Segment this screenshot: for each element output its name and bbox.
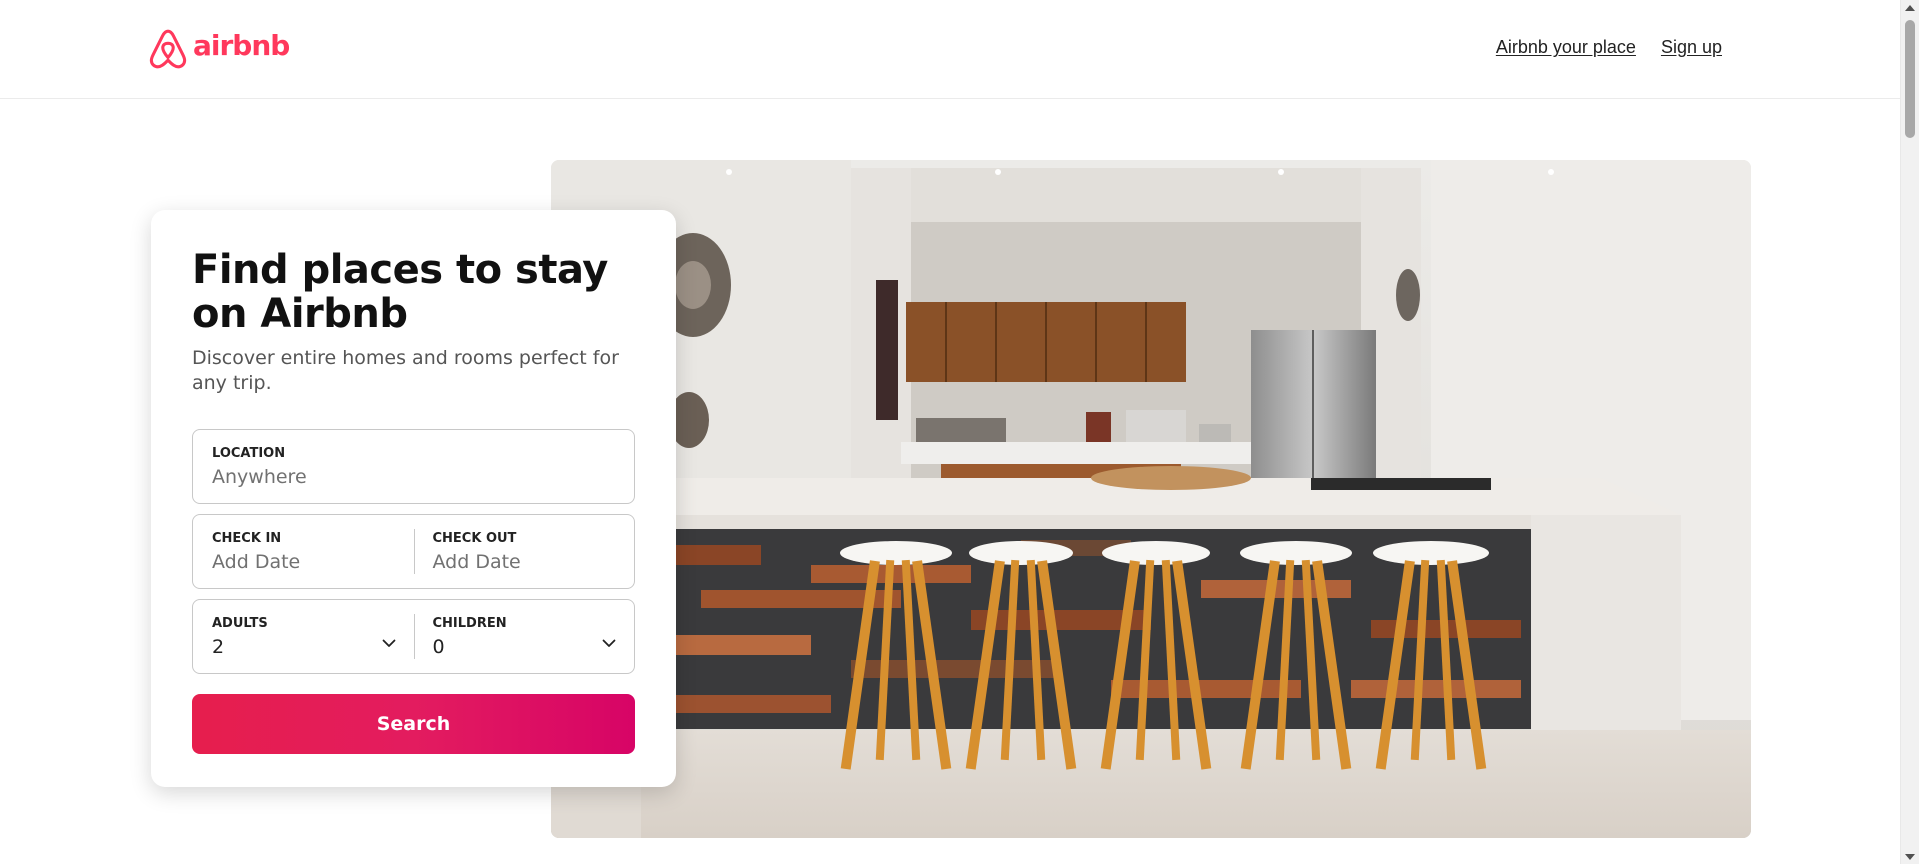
dates-field-box: CHECK IN Add Date CHECK OUT Add Date bbox=[192, 514, 635, 589]
check-out-label: CHECK OUT bbox=[432, 531, 517, 546]
location-label: LOCATION bbox=[212, 446, 286, 461]
logo-wordmark: airbnb bbox=[193, 29, 290, 62]
scroll-down-arrow-icon[interactable] bbox=[1905, 854, 1915, 860]
check-in-field[interactable]: CHECK IN Add Date bbox=[193, 515, 414, 588]
adults-select[interactable]: ADULTS 2 bbox=[193, 600, 414, 673]
check-out-input[interactable]: Add Date bbox=[433, 549, 616, 575]
adults-label: ADULTS bbox=[212, 616, 268, 631]
scroll-up-arrow-icon[interactable] bbox=[1905, 5, 1915, 11]
location-field-box: LOCATION Anywhere bbox=[192, 429, 635, 504]
location-input[interactable]: Anywhere bbox=[212, 464, 615, 490]
children-label: CHILDREN bbox=[432, 616, 507, 631]
site-header: airbnb Airbnb your place Sign up bbox=[0, 0, 1900, 99]
airbnb-your-place-link[interactable]: Airbnb your place bbox=[1496, 37, 1636, 58]
location-field[interactable]: LOCATION Anywhere bbox=[193, 430, 634, 503]
search-card-subtitle: Discover entire homes and rooms perfect … bbox=[192, 347, 619, 394]
check-in-input[interactable]: Add Date bbox=[212, 549, 395, 575]
page-scrollbar[interactable] bbox=[1900, 0, 1919, 864]
airbnb-belo-icon bbox=[149, 29, 187, 69]
kitchen-photo bbox=[551, 160, 1751, 838]
search-card-title: Find places to stay on Airbnb bbox=[192, 247, 608, 337]
adults-value: 2 bbox=[212, 636, 225, 658]
header-nav: Airbnb your place Sign up bbox=[1496, 37, 1722, 58]
children-value: 0 bbox=[432, 636, 445, 658]
airbnb-logo[interactable]: airbnb bbox=[149, 28, 290, 70]
search-card: Find places to stay on Airbnb Discover e… bbox=[151, 210, 676, 787]
scrollbar-thumb[interactable] bbox=[1905, 20, 1915, 138]
check-out-field[interactable]: CHECK OUT Add Date bbox=[413, 515, 635, 588]
sign-up-link[interactable]: Sign up bbox=[1661, 37, 1722, 58]
search-button[interactable]: Search bbox=[192, 694, 635, 754]
check-in-label: CHECK IN bbox=[212, 531, 282, 546]
hero-image bbox=[551, 160, 1751, 838]
chevron-down-icon bbox=[382, 639, 395, 647]
chevron-down-icon bbox=[602, 639, 616, 647]
children-select[interactable]: CHILDREN 0 bbox=[413, 600, 635, 673]
guests-field-box: ADULTS 2 CHILDREN 0 bbox=[192, 599, 635, 674]
